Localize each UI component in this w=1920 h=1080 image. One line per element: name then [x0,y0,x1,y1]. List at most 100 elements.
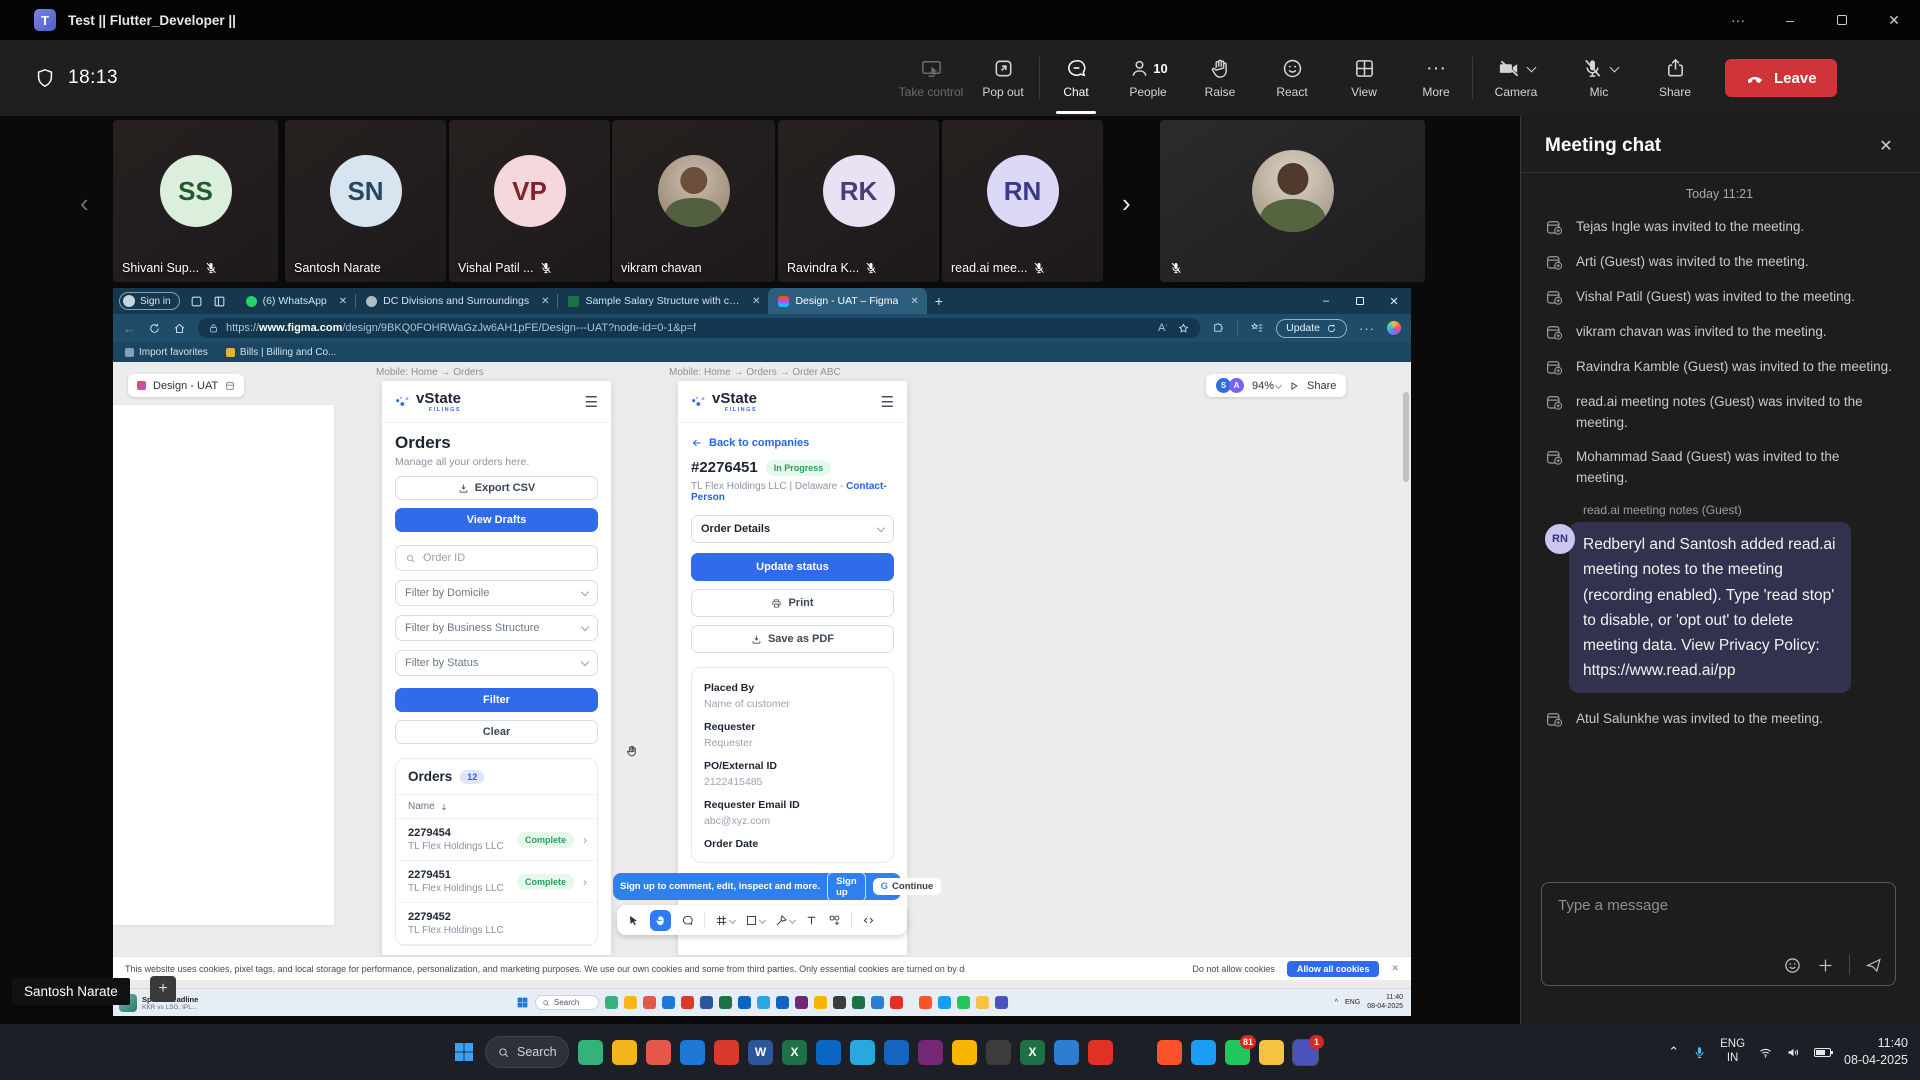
move-tool-icon[interactable] [627,914,640,927]
hamburger-menu-icon[interactable]: ☰ [585,393,598,411]
figma-doc-chip[interactable]: Design - UAT [128,374,244,397]
taskbar-app-icon[interactable] [700,996,713,1009]
hand-tool-active[interactable] [650,910,671,931]
chat-button[interactable]: Chat [1040,40,1112,116]
camera-button[interactable]: Camera [1473,40,1559,116]
figma-canvas[interactable]: Design - UAT S A 94% Share Mobile: Home … [113,362,1411,988]
hidden-icons-chevron[interactable]: ⌃ [1668,1044,1679,1060]
print-button[interactable]: Print [691,589,894,617]
emoji-icon[interactable] [1783,956,1802,975]
participant-tile[interactable]: VP Vishal Patil ... [449,120,610,282]
participant-tile[interactable]: RN read.ai mee... [942,120,1103,282]
taskbar-app-icon[interactable] [952,1040,977,1065]
canvas-scrollbar[interactable] [1403,392,1409,482]
taskbar-app-icon[interactable] [918,1040,943,1065]
taskbar-app-icon[interactable] [814,996,827,1009]
order-row[interactable]: 2279452TL Flex Holdings LLC [396,903,597,945]
favorites-bar-icon[interactable] [1250,321,1264,335]
allow-cookies-button[interactable]: Allow all cookies [1287,961,1380,977]
raise-hand-button[interactable]: Raise [1184,40,1256,116]
participant-tile[interactable]: RK Ravindra K... [778,120,939,282]
column-header[interactable]: Name [408,801,435,812]
mic-options-chevron-icon[interactable] [1609,62,1619,72]
minimize-button[interactable]: – [1764,0,1816,40]
read-aloud-icon[interactable]: Aʼ [1158,322,1167,334]
zoom-level-dropdown[interactable]: 94% [1252,380,1281,392]
figma-frame-orders[interactable]: vStateFILINGS ☰ Orders Manage all your o… [382,381,611,955]
dev-mode-icon[interactable] [862,914,875,927]
titlebar-more-icon[interactable]: ··· [1712,0,1764,40]
taskbar-app-icon[interactable] [1054,1040,1079,1065]
save-pdf-button[interactable]: Save as PDF [691,625,894,653]
extensions-icon[interactable] [1212,322,1225,335]
taskbar-app-icon[interactable] [757,996,770,1009]
figma-desktop-frame[interactable] [113,405,334,925]
new-tab-icon[interactable]: + [935,293,943,309]
taskbar-app-icon[interactable] [938,996,951,1009]
filmstrip-next-icon[interactable]: › [1122,188,1131,219]
taskbar-app-icon[interactable] [680,1040,705,1065]
volume-icon[interactable] [1786,1045,1801,1060]
filter-business-structure-select[interactable]: Filter by Business Structure [395,615,598,641]
taskbar-app-icon[interactable] [605,996,618,1009]
copilot-icon[interactable] [1387,321,1401,335]
comment-tool-icon[interactable] [681,914,694,927]
mic-active-tray-icon[interactable] [1692,1045,1707,1060]
mini-clock[interactable]: 11:4008-04-2025 [1367,994,1403,1012]
browser-close-icon[interactable]: ✕ [1377,288,1411,314]
taskbar-app-icon[interactable] [976,996,989,1009]
taskbar-app-icon[interactable] [612,1040,637,1065]
browser-minimize-icon[interactable]: – [1309,288,1343,314]
present-icon[interactable] [1289,381,1299,391]
frame-label[interactable]: Mobile: Home → Orders → Order ABC [669,367,841,378]
taskbar-chrome-icon[interactable] [1259,1040,1284,1065]
taskbar-app-icon[interactable] [919,996,932,1009]
taskbar-app-icon[interactable] [957,996,970,1009]
camera-options-chevron-icon[interactable] [1526,62,1536,72]
taskbar-whatsapp-icon[interactable]: 81 [1225,1040,1250,1065]
battery-icon[interactable] [1814,1048,1831,1057]
taskbar-app-icon[interactable] [852,996,865,1009]
favorite-star-icon[interactable] [1177,322,1190,335]
refresh-icon[interactable] [148,322,161,335]
taskbar-clock[interactable]: 11:4008-04-2025 [1844,1035,1908,1069]
taskbar-app-icon[interactable]: X [782,1040,807,1065]
tab-close-icon[interactable]: ✕ [339,296,347,307]
signup-button[interactable]: Sign up [827,872,866,902]
taskbar-teams-icon[interactable]: 1 [1293,1040,1318,1065]
taskbar-app-icon[interactable] [578,1040,603,1065]
browser-update-button[interactable]: Update [1276,319,1347,338]
figma-frame-order-detail[interactable]: vStateFILINGS ☰ Back to companies #22764… [678,381,907,955]
language-switcher[interactable]: ENGIN [1720,1038,1745,1066]
collaborator-avatar[interactable]: A [1229,378,1244,393]
expand-icon[interactable] [225,381,235,391]
wifi-icon[interactable] [1758,1045,1773,1060]
taskbar-app-icon[interactable] [995,996,1008,1009]
hidden-icons-chevron[interactable]: ^ [1335,999,1338,1006]
pen-tool[interactable] [775,914,795,927]
hamburger-menu-icon[interactable]: ☰ [881,393,894,411]
share-button[interactable]: Share [1639,40,1711,116]
participant-tile[interactable]: SN Santosh Narate [285,120,446,282]
clear-button[interactable]: Clear [395,720,598,744]
taskbar-app-icon[interactable] [776,996,789,1009]
update-status-button[interactable]: Update status [691,553,894,581]
filter-domicile-select[interactable]: Filter by Domicile [395,580,598,606]
taskbar-app-icon[interactable] [795,996,808,1009]
taskbar-app-icon[interactable] [719,996,732,1009]
back-icon[interactable]: ← [123,321,136,336]
close-button[interactable]: ✕ [1868,0,1920,40]
taskbar-app-icon[interactable]: W [748,1040,773,1065]
taskbar-search[interactable]: Search [485,1036,569,1068]
favorite-import[interactable]: Import favorites [125,347,208,358]
react-button[interactable]: React [1256,40,1328,116]
start-button[interactable] [452,1040,476,1064]
vertical-tabs-icon[interactable] [213,295,226,308]
frame-tool[interactable] [715,914,735,927]
google-continue-button[interactable]: GContinue [873,878,942,895]
view-drafts-button[interactable]: View Drafts [395,508,598,532]
taskbar-app-icon[interactable] [890,996,903,1009]
participant-tile[interactable]: vikram chavan [612,120,775,282]
taskbar-app-icon[interactable] [643,996,656,1009]
taskbar-app-icon[interactable] [850,1040,875,1065]
